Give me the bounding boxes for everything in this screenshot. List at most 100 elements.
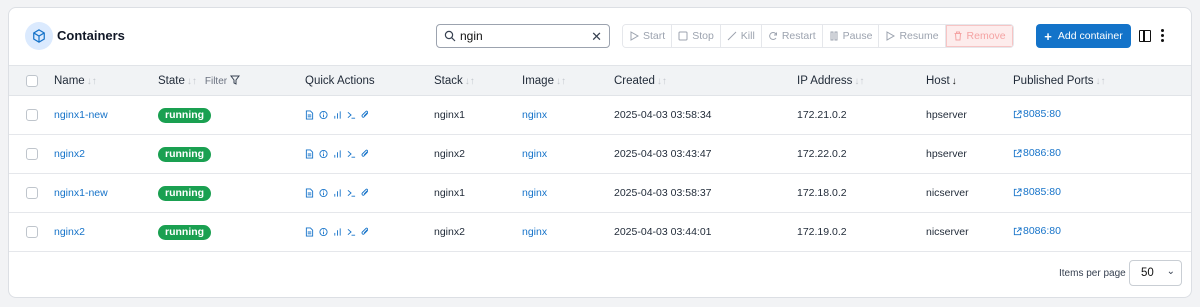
console-icon[interactable] — [347, 227, 356, 237]
image-link[interactable]: nginx — [522, 148, 547, 160]
column-header-image[interactable]: Image ↓↑ — [522, 66, 614, 96]
column-header-host[interactable]: Host ↓ — [926, 66, 1013, 96]
filter-icon — [229, 75, 240, 85]
column-header-created[interactable]: Created ↓↑ — [614, 66, 797, 96]
trash-icon — [954, 31, 962, 41]
restart-button[interactable]: Restart — [761, 25, 823, 47]
container-name-link[interactable]: nginx2 — [54, 226, 85, 238]
published-port-link[interactable]: 8086:80 — [1013, 147, 1061, 159]
published-port-value: 8085:80 — [1023, 108, 1061, 121]
info-icon[interactable] — [319, 110, 328, 120]
sort-icon[interactable]: ↓↑ — [556, 76, 566, 87]
host-name: hpserver — [926, 109, 967, 121]
kill-button[interactable]: Kill — [720, 25, 762, 47]
remove-button[interactable]: Remove — [945, 25, 1013, 47]
quick-actions — [305, 110, 434, 120]
container-name-link[interactable]: nginx1-new — [54, 187, 108, 199]
row-checkbox[interactable] — [26, 187, 38, 199]
published-port-value: 8086:80 — [1023, 225, 1061, 238]
external-link-icon — [1013, 227, 1022, 235]
console-icon[interactable] — [347, 149, 356, 159]
external-link-icon — [1013, 110, 1022, 118]
published-port-link[interactable]: 8086:80 — [1013, 225, 1061, 237]
start-button[interactable]: Start — [623, 25, 673, 47]
columns-icon[interactable] — [1139, 30, 1151, 42]
host-name: hpserver — [926, 148, 967, 160]
status-badge: running — [158, 224, 212, 240]
stats-icon[interactable] — [333, 188, 342, 198]
pause-button[interactable]: Pause — [822, 25, 880, 47]
pause-icon — [830, 31, 838, 41]
sort-icon[interactable]: ↓↑ — [465, 76, 475, 87]
containers-panel: Containers ✕ Start Stop Kill Restart — [8, 7, 1192, 298]
column-header-published-ports[interactable]: Published Ports ↓↑ — [1013, 66, 1191, 96]
more-options-icon[interactable] — [1161, 29, 1165, 43]
column-header-stack[interactable]: Stack ↓↑ — [434, 66, 522, 96]
sort-icon[interactable]: ↓↑ — [87, 76, 97, 87]
attach-icon[interactable] — [361, 227, 370, 237]
created-timestamp: 2025-04-03 03:58:37 — [614, 187, 712, 199]
info-icon[interactable] — [319, 227, 328, 237]
search-icon — [444, 30, 456, 42]
external-link-icon — [1013, 149, 1022, 157]
row-checkbox[interactable] — [26, 109, 38, 121]
stats-icon[interactable] — [333, 149, 342, 159]
attach-icon[interactable] — [361, 110, 370, 120]
info-icon[interactable] — [319, 188, 328, 198]
resume-button[interactable]: Resume — [879, 25, 946, 47]
search-input[interactable] — [460, 29, 590, 43]
stack-name: nginx1 — [434, 187, 465, 199]
search-box[interactable]: ✕ — [436, 24, 610, 48]
add-container-button[interactable]: + Add container — [1036, 24, 1131, 48]
table-footer: Items per page 50 ⌄ — [9, 254, 1191, 297]
column-header-ip-address[interactable]: IP Address ↓↑ — [797, 66, 926, 96]
console-icon[interactable] — [347, 110, 356, 120]
stop-icon — [678, 31, 688, 41]
table-row: nginx2 running nginx2 nginx 2025-04-03 0… — [9, 213, 1191, 252]
stats-icon[interactable] — [333, 227, 342, 237]
host-name: nicserver — [926, 226, 969, 238]
state-filter[interactable]: Filter — [205, 75, 240, 87]
logs-icon[interactable] — [305, 149, 314, 159]
attach-icon[interactable] — [361, 149, 370, 159]
created-timestamp: 2025-04-03 03:43:47 — [614, 148, 712, 160]
logs-icon[interactable] — [305, 110, 314, 120]
column-header-state[interactable]: State ↓↑ Filter — [158, 66, 305, 96]
row-checkbox[interactable] — [26, 226, 38, 238]
image-link[interactable]: nginx — [522, 109, 547, 121]
cube-icon — [25, 22, 53, 50]
logs-icon[interactable] — [305, 227, 314, 237]
published-port-link[interactable]: 8085:80 — [1013, 186, 1061, 198]
attach-icon[interactable] — [361, 188, 370, 198]
row-checkbox[interactable] — [26, 148, 38, 160]
quick-actions — [305, 227, 434, 237]
resume-button-label: Resume — [899, 30, 939, 42]
console-icon[interactable] — [347, 188, 356, 198]
status-badge: running — [158, 146, 212, 162]
container-name-link[interactable]: nginx2 — [54, 148, 85, 160]
table-header-row: Name ↓↑ State ↓↑ Filter Quick Actions Stack… — [9, 65, 1191, 96]
clear-search-icon[interactable]: ✕ — [591, 29, 602, 45]
logs-icon[interactable] — [305, 188, 314, 198]
stats-icon[interactable] — [333, 110, 342, 120]
items-per-page-value: 50 — [1141, 267, 1154, 279]
sort-icon[interactable]: ↓↑ — [1096, 76, 1106, 87]
container-name-link[interactable]: nginx1-new — [54, 109, 108, 121]
column-header-name[interactable]: Name ↓↑ — [54, 66, 158, 96]
sort-icon[interactable]: ↓↑ — [854, 76, 864, 87]
kill-button-label: Kill — [740, 30, 755, 42]
created-timestamp: 2025-04-03 03:44:01 — [614, 226, 712, 238]
image-link[interactable]: nginx — [522, 187, 547, 199]
info-icon[interactable] — [319, 149, 328, 159]
sort-desc-icon[interactable]: ↓ — [952, 76, 957, 87]
table-row: nginx2 running nginx2 nginx 2025-04-03 0… — [9, 135, 1191, 174]
sort-icon[interactable]: ↓↑ — [187, 76, 197, 87]
items-per-page-select[interactable]: 50 ⌄ — [1129, 260, 1182, 286]
select-all-checkbox[interactable] — [26, 74, 38, 87]
sort-icon[interactable]: ↓↑ — [657, 76, 667, 87]
published-port-link[interactable]: 8085:80 — [1013, 108, 1061, 120]
image-link[interactable]: nginx — [522, 226, 547, 238]
stop-button[interactable]: Stop — [672, 25, 721, 47]
restart-button-label: Restart — [781, 30, 816, 42]
containers-table: Name ↓↑ State ↓↑ Filter Quick Actions Stack… — [9, 65, 1191, 252]
